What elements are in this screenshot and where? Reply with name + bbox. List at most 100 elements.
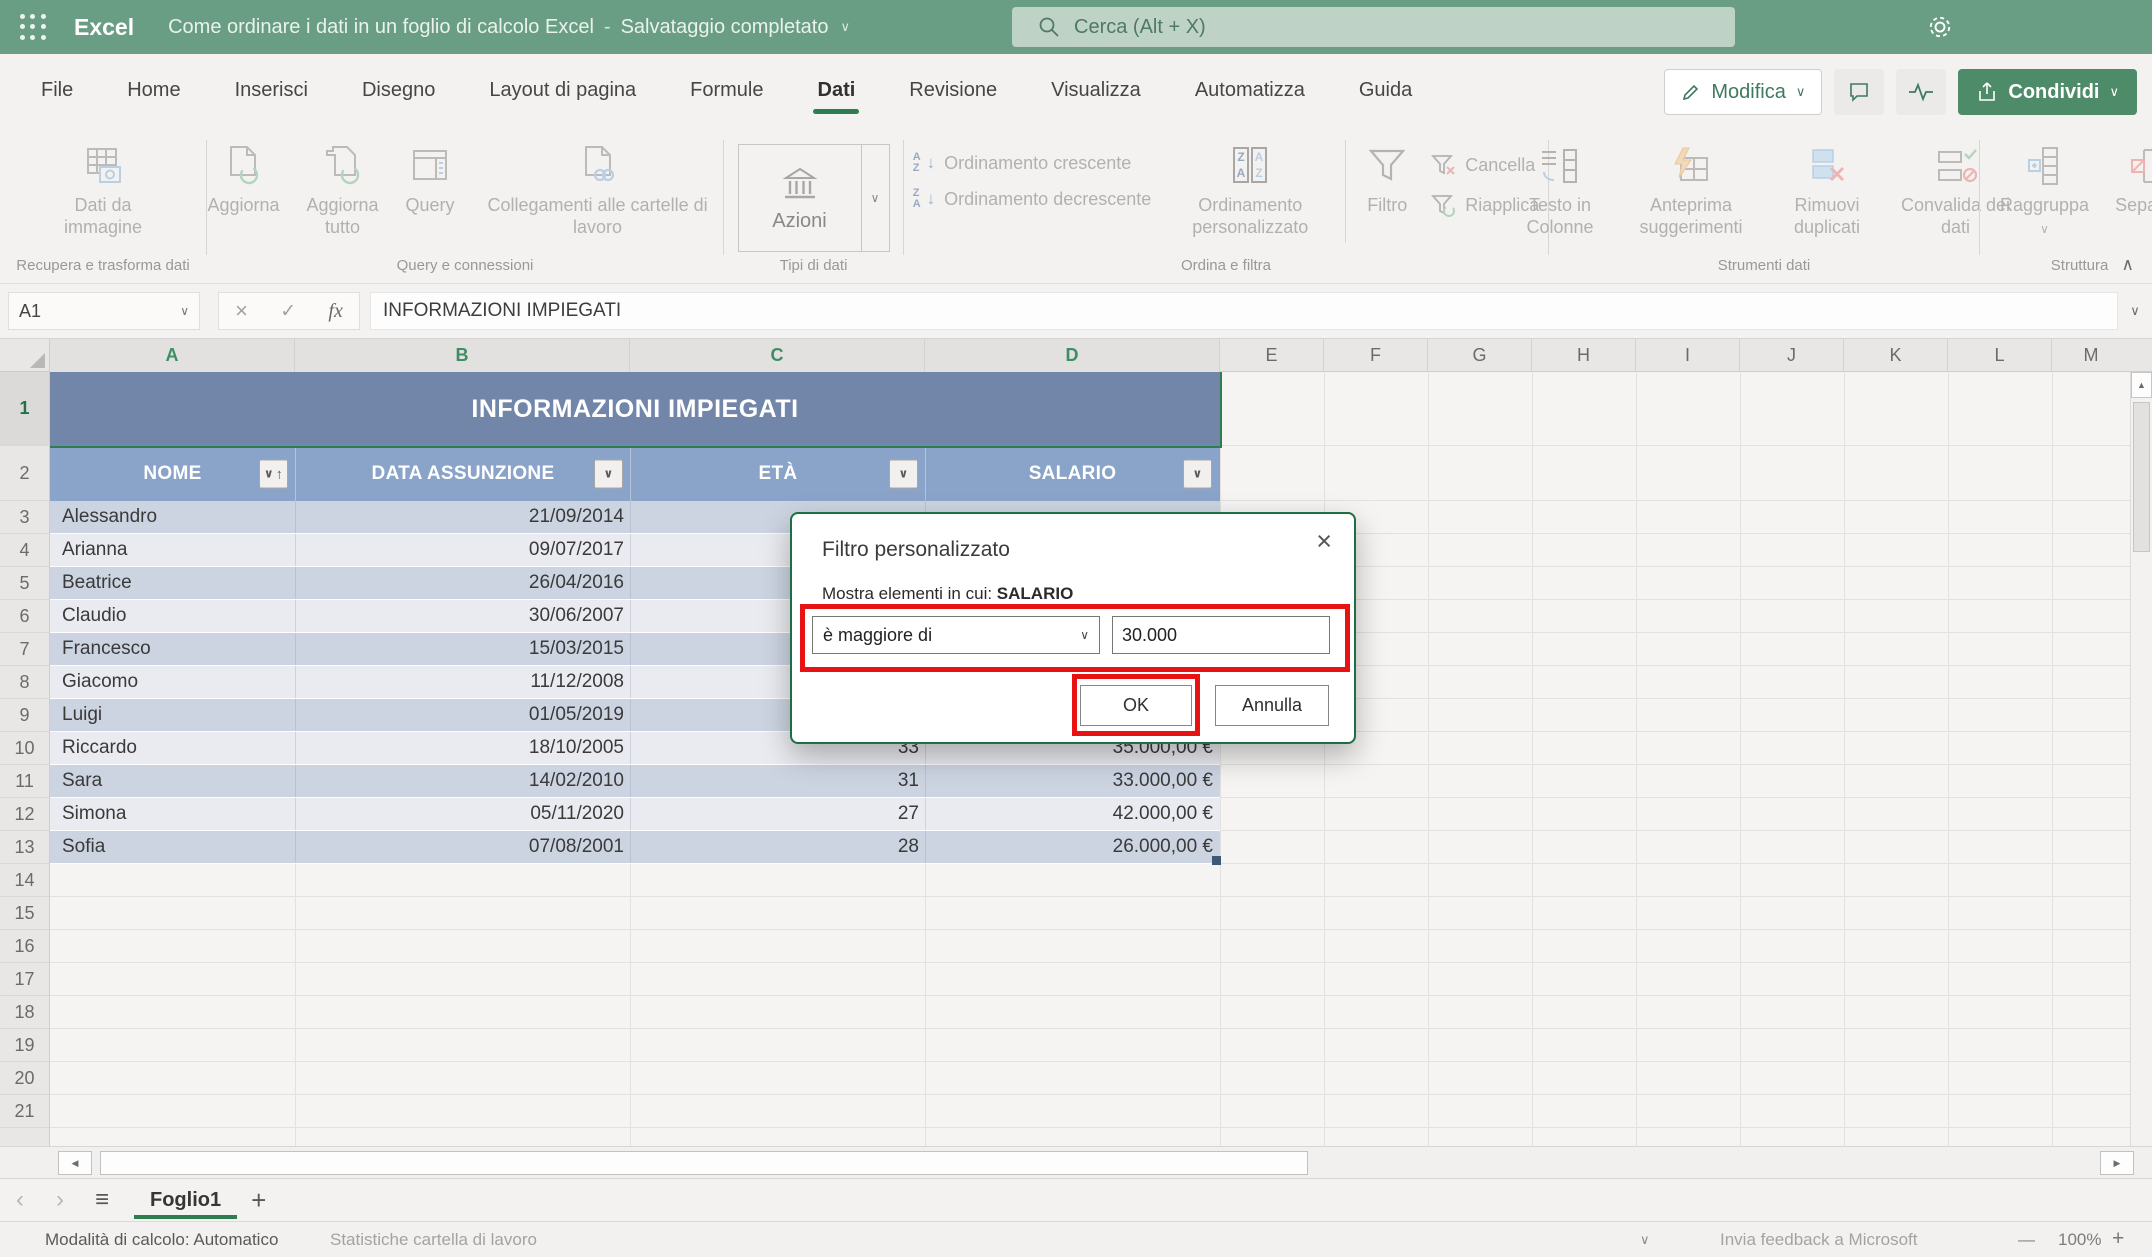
- cell-eta[interactable]: 28: [630, 831, 925, 863]
- row-header-12[interactable]: 12: [0, 798, 49, 831]
- chevron-down-icon[interactable]: ∨: [1640, 1232, 1650, 1248]
- column-header-b[interactable]: B: [295, 339, 630, 372]
- tab-formule[interactable]: Formule: [663, 69, 790, 116]
- row-header-8[interactable]: 8: [0, 666, 49, 699]
- column-header-a[interactable]: A: [50, 339, 295, 372]
- scroll-up-button[interactable]: ▲: [2131, 372, 2152, 398]
- column-header-g[interactable]: G: [1428, 339, 1532, 372]
- cell-nome[interactable]: Simona: [50, 798, 295, 830]
- tab-dati[interactable]: Dati: [791, 69, 883, 116]
- cell-data[interactable]: 26/04/2016: [295, 567, 630, 599]
- table-resize-handle[interactable]: [1212, 856, 1221, 865]
- calc-mode-status[interactable]: Modalità di calcolo: Automatico: [45, 1230, 278, 1250]
- next-sheet-icon[interactable]: ›: [40, 1186, 80, 1214]
- custom-sort-button[interactable]: Z A A Z Ordinamento personalizzato: [1169, 136, 1331, 253]
- comments-button[interactable]: [1834, 69, 1884, 115]
- column-header-f[interactable]: F: [1324, 339, 1428, 372]
- cell-nome[interactable]: Giacomo: [50, 666, 295, 698]
- remove-duplicates-button[interactable]: Rimuovi duplicati: [1769, 136, 1886, 253]
- select-all-corner[interactable]: [0, 339, 50, 372]
- row-header-3[interactable]: 3: [0, 501, 49, 534]
- row-header-9[interactable]: 9: [0, 699, 49, 732]
- add-sheet-icon[interactable]: +: [251, 1185, 266, 1216]
- row-header-6[interactable]: 6: [0, 600, 49, 633]
- cell-nome[interactable]: Riccardo: [50, 732, 295, 764]
- row-header-5[interactable]: 5: [0, 567, 49, 600]
- search-input[interactable]: [1074, 16, 1674, 39]
- share-button[interactable]: Condividi ∨: [1958, 69, 2137, 115]
- table-header-data-assunzione[interactable]: DATA ASSUNZIONE ∨: [295, 446, 630, 501]
- cell-data[interactable]: 14/02/2010: [295, 765, 630, 797]
- tab-automatizza[interactable]: Automatizza: [1168, 69, 1332, 116]
- table-header-salario[interactable]: SALARIO ∨: [925, 446, 1219, 501]
- flash-fill-button[interactable]: Anteprima suggerimenti: [1618, 136, 1765, 253]
- row-header-21[interactable]: 21: [0, 1095, 49, 1128]
- cancel-button[interactable]: Annulla: [1215, 685, 1329, 726]
- row-header-11[interactable]: 11: [0, 765, 49, 798]
- column-header-h[interactable]: H: [1532, 339, 1636, 372]
- scroll-right-button[interactable]: ▶: [2100, 1151, 2134, 1175]
- cell-nome[interactable]: Arianna: [50, 534, 295, 566]
- operator-dropdown[interactable]: è maggiore di ∨: [812, 616, 1100, 654]
- tab-disegno[interactable]: Disegno: [335, 69, 462, 116]
- insert-function-icon[interactable]: fx: [328, 300, 342, 323]
- tab-file[interactable]: File: [14, 69, 100, 116]
- column-header-k[interactable]: K: [1844, 339, 1948, 372]
- filter-button-eta[interactable]: ∨: [889, 459, 918, 488]
- zoom-level[interactable]: 100%: [2058, 1230, 2101, 1250]
- cell-nome[interactable]: Sara: [50, 765, 295, 797]
- grid-body[interactable]: INFORMAZIONI IMPIEGATI NOME ∨ ↑ DATA ASS…: [50, 372, 2130, 1146]
- edit-mode-button[interactable]: Modifica ∨: [1664, 69, 1822, 115]
- refresh-button[interactable]: Aggiorna: [201, 136, 285, 253]
- column-header-l[interactable]: L: [1948, 339, 2052, 372]
- confirm-entry-icon[interactable]: ✓: [280, 300, 296, 323]
- refresh-all-button[interactable]: Aggiorna tutto: [292, 136, 394, 253]
- feedback-link[interactable]: Invia feedback a Microsoft: [1720, 1230, 1917, 1250]
- settings-button[interactable]: [1925, 12, 1959, 42]
- vertical-scrollbar[interactable]: ▲: [2130, 372, 2152, 1146]
- actions-data-type-button[interactable]: Azioni: [739, 145, 861, 251]
- cell-salario[interactable]: 42.000,00 €: [925, 798, 1219, 830]
- cell-data[interactable]: 07/08/2001: [295, 831, 630, 863]
- name-box[interactable]: A1 ∨: [8, 292, 200, 330]
- activity-button[interactable]: [1896, 69, 1946, 115]
- app-launcher-icon[interactable]: [18, 12, 48, 42]
- column-header-j[interactable]: J: [1740, 339, 1844, 372]
- tab-visualizza[interactable]: Visualizza: [1024, 69, 1168, 116]
- row-header-15[interactable]: 15: [0, 897, 49, 930]
- cell-data[interactable]: 11/12/2008: [295, 666, 630, 698]
- tab-guida[interactable]: Guida: [1332, 69, 1439, 116]
- cell-salario[interactable]: 33.000,00 €: [925, 765, 1219, 797]
- cell-nome[interactable]: Francesco: [50, 633, 295, 665]
- data-from-picture-button[interactable]: Dati da immagine: [42, 136, 164, 253]
- workbook-stats-button[interactable]: Statistiche cartella di lavoro: [330, 1230, 537, 1250]
- document-title[interactable]: Come ordinare i dati in un foglio di cal…: [168, 16, 850, 39]
- row-header-16[interactable]: 16: [0, 930, 49, 963]
- table-header-eta[interactable]: ETÀ ∨: [630, 446, 925, 501]
- tab-home[interactable]: Home: [100, 69, 207, 116]
- cell-data[interactable]: 09/07/2017: [295, 534, 630, 566]
- column-header-d[interactable]: D: [925, 339, 1220, 372]
- tab-inserisci[interactable]: Inserisci: [208, 69, 335, 116]
- sheet-list-menu-icon[interactable]: ≡: [80, 1186, 124, 1214]
- cell-nome[interactable]: Sofia: [50, 831, 295, 863]
- row-header-2[interactable]: 2: [0, 446, 49, 501]
- tab-revisione[interactable]: Revisione: [882, 69, 1024, 116]
- row-header-4[interactable]: 4: [0, 534, 49, 567]
- chevron-down-icon[interactable]: ∨: [840, 19, 850, 35]
- filter-button-salario[interactable]: ∨: [1183, 459, 1212, 488]
- ok-button[interactable]: OK: [1080, 685, 1192, 726]
- row-header-19[interactable]: 19: [0, 1029, 49, 1062]
- cell-nome[interactable]: Beatrice: [50, 567, 295, 599]
- row-header-1[interactable]: 1: [0, 372, 49, 446]
- group-button[interactable]: Raggruppa ∨: [1994, 136, 2095, 253]
- row-header-10[interactable]: 10: [0, 732, 49, 765]
- expand-formula-bar-icon[interactable]: ∨: [2118, 303, 2152, 319]
- row-header-14[interactable]: 14: [0, 864, 49, 897]
- scroll-left-button[interactable]: ◀: [58, 1151, 92, 1175]
- gallery-chevron-button[interactable]: ∨: [861, 145, 889, 251]
- sort-ascending-button[interactable]: AZ ↓ Ordinamento crescente: [913, 152, 1152, 174]
- search-box[interactable]: [1012, 7, 1735, 47]
- zoom-in-icon[interactable]: +: [2112, 1227, 2124, 1251]
- workbook-links-button[interactable]: Collegamenti alle cartelle di lavoro: [467, 136, 729, 253]
